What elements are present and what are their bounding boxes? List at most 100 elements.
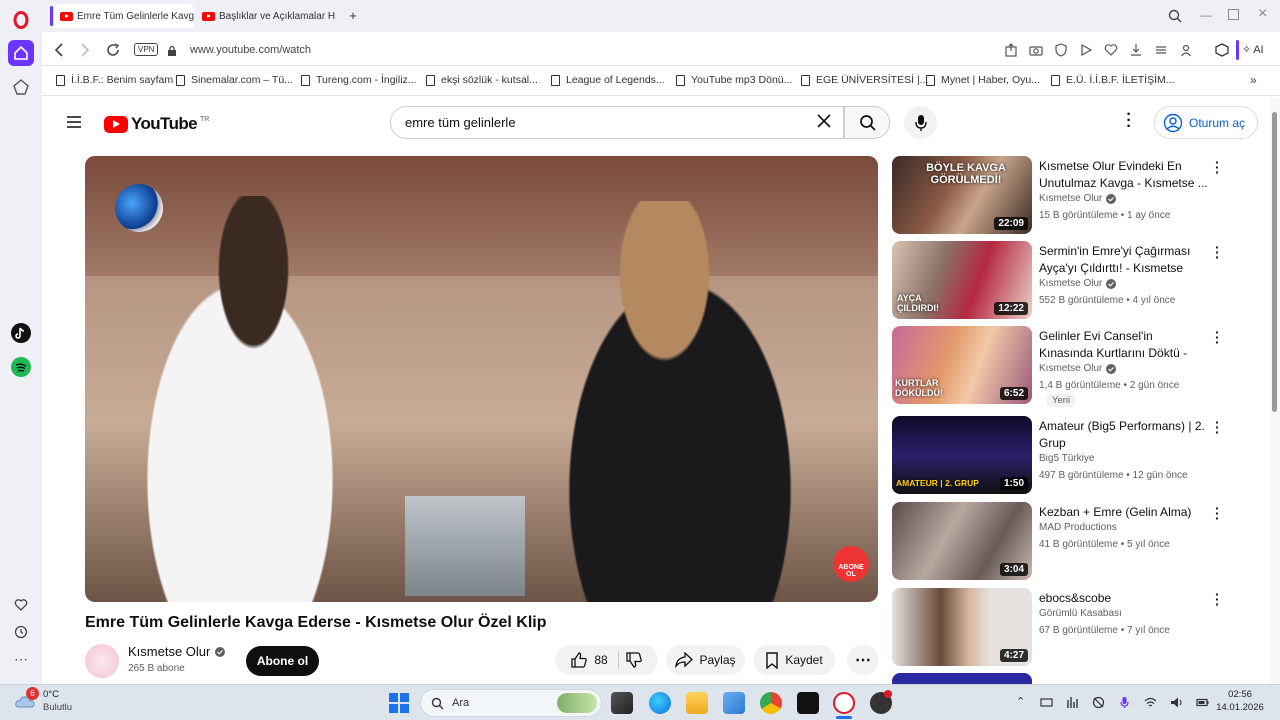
- recommendation-item[interactable]: KURTLAR DÖKÜLDÜ! 6:52 Gelinler Evi Canse…: [892, 325, 1227, 412]
- scrollbar-thumb[interactable]: [1272, 112, 1277, 412]
- recommendation-menu-icon[interactable]: · · ·: [1215, 501, 1221, 525]
- bookmark-heart-icon[interactable]: [1104, 43, 1118, 57]
- minimize-button[interactable]: —: [1200, 8, 1212, 22]
- more-icon[interactable]: ⋯: [8, 646, 34, 672]
- channel-avatar[interactable]: [85, 644, 119, 678]
- video-thumbnail[interactable]: 3:04: [892, 502, 1032, 580]
- recommendation-menu-icon[interactable]: · · ·: [1215, 155, 1221, 179]
- bookmark-item[interactable]: E.Ü. İ.İ.B.F. İLETİŞİM...: [1051, 74, 1175, 86]
- clear-search-icon[interactable]: [816, 113, 832, 134]
- camera-icon[interactable]: [1029, 43, 1043, 57]
- weather-widget[interactable]: 6: [14, 687, 39, 714]
- search-input[interactable]: emre tüm gelinlerle: [390, 106, 844, 139]
- save-button[interactable]: Kaydet: [753, 645, 835, 675]
- tray-app-icon[interactable]: [1040, 696, 1053, 709]
- download-icon[interactable]: [1129, 43, 1143, 57]
- tray-hardware-icon[interactable]: [1066, 696, 1079, 709]
- extensions-icon[interactable]: [1208, 40, 1236, 60]
- battery-icon[interactable]: [1196, 696, 1209, 709]
- close-window-button[interactable]: ×: [1258, 5, 1267, 23]
- bookmark-item[interactable]: Mynet | Haber, Oyu...: [926, 74, 1040, 86]
- easy-setup-icon[interactable]: [1154, 43, 1168, 57]
- recommendation-menu-icon[interactable]: · · ·: [1215, 415, 1221, 439]
- windows-start-icon[interactable]: [388, 692, 410, 719]
- history-icon[interactable]: [8, 619, 34, 645]
- tab-active[interactable]: Emre Tüm Gelinlerle Kavga: [54, 4, 194, 28]
- back-icon[interactable]: [54, 43, 64, 62]
- sign-in-button[interactable]: Oturum aç: [1154, 106, 1259, 139]
- bookmark-item[interactable]: Sinemalar.com – Tü...: [176, 74, 293, 86]
- edge-browser-icon[interactable]: [649, 692, 671, 714]
- video-thumbnail[interactable]: AYÇA ÇILDIRDI! 12:22: [892, 241, 1032, 319]
- bookmark-item[interactable]: YouTube mp3 Dönü...: [676, 74, 792, 86]
- next-thumbnail-partial[interactable]: [892, 673, 1032, 684]
- wifi-icon[interactable]: [1144, 696, 1157, 709]
- bookmarks-overflow-icon[interactable]: »: [1250, 73, 1257, 87]
- video-thumbnail[interactable]: BÖYLE KAVGA GÖRÜLMEDİ! 22:09: [892, 156, 1032, 234]
- bookmark-item[interactable]: EGE ÜNİVERSİTESİ |...: [801, 74, 928, 86]
- file-explorer-icon[interactable]: [686, 692, 708, 714]
- url-field[interactable]: www.youtube.com/watch: [190, 44, 311, 56]
- spotify-icon[interactable]: [8, 354, 34, 380]
- profile-icon[interactable]: [1179, 43, 1193, 57]
- thumbs-down-icon[interactable]: [625, 651, 643, 669]
- like-button[interactable]: 88: [570, 651, 619, 669]
- share-button[interactable]: Paylaş: [666, 645, 745, 675]
- page-scrollbar[interactable]: [1270, 98, 1280, 684]
- subscribe-overlay-badge[interactable]: ABONE OL: [833, 546, 869, 582]
- channel-name-row[interactable]: Kısmetse Olur: [128, 644, 226, 659]
- taskbar-search-box[interactable]: Ara: [420, 689, 602, 717]
- subscribe-button[interactable]: Abone ol: [246, 646, 319, 676]
- volume-icon[interactable]: [1170, 696, 1183, 709]
- recommendation-menu-icon[interactable]: · · ·: [1215, 240, 1221, 264]
- video-thumbnail[interactable]: 4:27: [892, 588, 1032, 666]
- recommendation-menu-icon[interactable]: · · ·: [1215, 325, 1221, 349]
- voice-search-button[interactable]: [904, 106, 937, 139]
- video-thumbnail[interactable]: KURTLAR DÖKÜLDÜ! 6:52: [892, 326, 1032, 404]
- share-page-icon[interactable]: [1004, 43, 1018, 57]
- forward-icon[interactable]: [80, 43, 90, 62]
- tiktok-icon[interactable]: [8, 320, 34, 346]
- recommendation-item[interactable]: 4:27 ebocs&scobe Görümlü Kasabası 67 B g…: [892, 587, 1227, 668]
- bookmark-item[interactable]: ekşi sözlük - kutsal...: [426, 74, 538, 86]
- heart-icon[interactable]: [8, 592, 34, 618]
- more-actions-button[interactable]: ⋯: [847, 645, 879, 675]
- bookmark-item[interactable]: Tureng.com - İngiliz...: [301, 74, 417, 86]
- recommendation-menu-icon[interactable]: · · ·: [1215, 587, 1221, 611]
- opera-menu-icon[interactable]: [8, 7, 34, 33]
- photos-app-icon[interactable]: [723, 692, 745, 714]
- reload-icon[interactable]: [106, 43, 120, 62]
- tray-overflow-icon[interactable]: ⌃: [1016, 695, 1025, 708]
- maximize-button[interactable]: [1228, 9, 1239, 20]
- new-tab-button[interactable]: +: [346, 9, 360, 23]
- video-popout-icon[interactable]: [1079, 43, 1093, 57]
- opera-taskbar-icon[interactable]: [833, 692, 855, 714]
- settings-menu-icon[interactable]: · · ·: [1126, 107, 1132, 135]
- video-thumbnail[interactable]: AMATEUR | 2. GRUP 1:50: [892, 416, 1032, 494]
- youtube-logo[interactable]: YouTube TR: [104, 114, 209, 134]
- pinboards-icon[interactable]: [8, 74, 34, 100]
- tiktok-taskbar-icon[interactable]: [797, 692, 819, 714]
- bookmark-item[interactable]: League of Legends...: [551, 74, 665, 86]
- tray-network-off-icon[interactable]: [1092, 696, 1105, 709]
- tray-mic-icon[interactable]: [1118, 696, 1131, 709]
- vpn-badge[interactable]: VPN: [134, 43, 159, 56]
- recommendation-item[interactable]: AMATEUR | 2. GRUP 1:50 Amateur (Big5 Per…: [892, 415, 1227, 496]
- search-button[interactable]: [844, 106, 890, 139]
- tab-inactive[interactable]: Başlıklar ve Açıklamalar H: [196, 4, 336, 28]
- task-view-icon[interactable]: [611, 692, 633, 714]
- home-icon[interactable]: [8, 40, 34, 66]
- chrome-icon[interactable]: [760, 692, 782, 714]
- lock-icon[interactable]: [167, 44, 177, 62]
- adblock-shield-icon[interactable]: [1054, 43, 1068, 57]
- hamburger-menu-icon[interactable]: [66, 115, 82, 134]
- recommendation-item[interactable]: 3:04 Kezban + Emre (Gelin Alma) MAD Prod…: [892, 501, 1227, 582]
- clock-time[interactable]: 02:56: [1212, 689, 1268, 700]
- recommendation-item[interactable]: AYÇA ÇILDIRDI! 12:22 Sermin'in Emre'yi Ç…: [892, 240, 1227, 321]
- video-player[interactable]: ABONE OL: [85, 156, 878, 602]
- search-tabs-icon[interactable]: [1168, 9, 1182, 28]
- recommendation-item[interactable]: BÖYLE KAVGA GÖRÜLMEDİ! 22:09 Kısmetse Ol…: [892, 155, 1227, 236]
- aria-ai-button[interactable]: ✧ AI: [1242, 43, 1264, 57]
- clock-date[interactable]: 14.01.2026: [1212, 702, 1268, 713]
- bookmark-item[interactable]: İ.İ.B.F.: Benim sayfam: [56, 74, 173, 86]
